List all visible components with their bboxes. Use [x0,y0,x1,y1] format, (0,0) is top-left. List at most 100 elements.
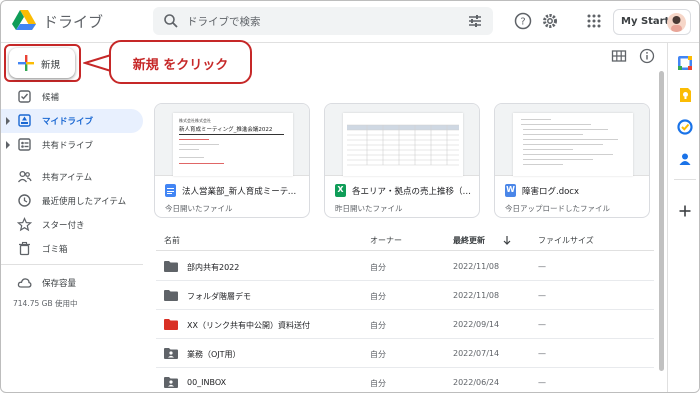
contacts-icon[interactable] [677,151,693,167]
apps-grid-icon[interactable] [585,12,603,30]
sidebar-item-label: スター付き [42,221,85,231]
folder-icon [164,261,178,272]
file-thumbnail: 株式会社株式会社 新人育成ミーティング_推進会議2022 [155,104,309,176]
account-button[interactable]: My Start [613,9,691,35]
file-row[interactable]: 部内共有2022 自分 2022/11/08 — [156,252,654,281]
sidebar-divider [1,264,143,265]
file-reason: 今日開いたファイル [165,204,233,213]
shared-folder-icon [164,377,178,388]
google-sheets-icon: X [335,184,346,197]
file-row[interactable]: フォルダ階層デモ 自分 2022/11/08 — [156,281,654,310]
column-modified[interactable]: 最終更新 [453,235,485,246]
sidebar-item-suggested[interactable]: 候補 [1,85,143,109]
folder-icon [164,319,178,330]
file-owner: 自分 [370,350,386,359]
file-size: — [538,349,546,358]
info-icon[interactable] [639,48,655,64]
new-button[interactable]: 新規 [9,48,75,78]
clock-icon [18,194,31,207]
star-icon [17,217,32,232]
sidebar-item-label: マイドライブ [42,117,94,127]
file-modified: 2022/11/08 [453,291,500,300]
file-title: 法人営業部_新人育成ミーティング_... [182,187,304,197]
file-name: 部内共有2022 [187,263,240,272]
file-row[interactable]: XX（リンク共有中公開）資料送付 自分 2022/09/14 — [156,310,654,339]
check-box-icon [18,90,31,103]
file-name: XX（リンク共有中公開）資料送付 [187,321,310,330]
settings-gear-icon[interactable] [541,12,559,30]
expand-caret-icon[interactable] [6,117,10,125]
file-owner: 自分 [370,321,386,330]
sidebar-item-trash[interactable]: ゴミ箱 [1,237,143,261]
cloud-icon [17,278,32,288]
file-size: — [538,291,546,300]
file-row[interactable]: 業務（OJT用） 自分 2022/07/14 — [156,339,654,368]
file-name: フォルダ階層デモ [187,292,251,301]
search-bar[interactable]: ドライブで検索 [153,7,493,35]
sidebar-item-storage[interactable]: 保存容量 [1,271,143,295]
file-size: — [538,262,546,271]
add-addon-icon[interactable] [677,203,693,219]
file-title: 各エリア・拠点の売上推移（上半... [352,187,474,197]
column-name[interactable]: 名前 [164,235,180,246]
trash-icon [19,241,30,256]
sidebar-item-shared-with-me[interactable]: 共有アイテム [1,165,143,189]
app-name: ドライブ [43,13,104,31]
search-placeholder[interactable]: ドライブで検索 [187,14,261,29]
sidebar-item-recent[interactable]: 最近使用したアイテム [1,189,143,213]
sidebar-item-shared-drives[interactable]: 共有ドライブ [1,133,143,157]
document-preview [513,113,633,176]
sidebar-item-starred[interactable]: スター付き [1,213,143,237]
avatar[interactable] [667,13,686,32]
main-scrollbar[interactable] [658,51,665,391]
grid-view-icon[interactable] [611,48,627,64]
google-drive-logo-icon[interactable] [11,9,37,31]
document-preview: 株式会社株式会社 新人育成ミーティング_推進会議2022 [173,113,293,176]
app-header: ドライブ ドライブで検索 ? My Start [1,1,699,43]
account-label: My Start [621,16,670,27]
suggested-file-card[interactable]: X 各エリア・拠点の売上推移（上半... 昨日開いたファイル [324,103,480,218]
side-panel [667,43,699,392]
instruction-callout: 新規 をクリック [109,40,252,84]
file-title: 障害ログ.docx [522,187,580,197]
sidebar-item-my-drive[interactable]: マイドライブ [1,109,143,133]
people-icon [17,170,32,183]
search-icon[interactable] [163,13,179,29]
sidebar-item-label: 最近使用したアイテム [42,197,127,207]
file-size: — [538,320,546,329]
file-row[interactable]: 00_INBOX 自分 2022/06/24 — [156,368,654,392]
file-thumbnail [495,104,649,176]
shared-drive-icon [18,138,31,151]
file-list-header: 名前 オーナー 最終更新 ファイルサイズ [156,229,654,251]
column-size[interactable]: ファイルサイズ [538,235,594,246]
file-modified: 2022/09/14 [453,320,500,329]
new-button-label: 新規 [41,60,61,71]
sidebar-item-label: 共有ドライブ [42,141,94,151]
spreadsheet-grid [347,124,459,166]
preview-text: 株式会社株式会社 [179,118,211,123]
word-badge: W [506,185,515,194]
suggested-file-card[interactable]: W 障害ログ.docx 今日アップロードしたファイル [494,103,650,218]
scrollbar-thumb[interactable] [659,71,664,371]
sort-arrow-down-icon[interactable] [502,235,512,245]
file-reason: 今日アップロードしたファイル [505,204,610,213]
calendar-icon[interactable] [677,55,693,71]
file-modified: 2022/11/08 [453,262,500,271]
file-reason: 昨日開いたファイル [335,204,403,213]
file-modified: 2022/06/24 [453,378,500,387]
sidebar-item-label: ゴミ箱 [42,245,68,255]
help-icon[interactable]: ? [514,12,532,30]
side-panel-divider [674,179,696,180]
search-options-icon[interactable] [467,13,483,29]
shared-folder-icon [164,348,178,359]
column-owner[interactable]: オーナー [370,235,402,246]
keep-icon[interactable] [677,87,693,103]
my-drive-icon [18,114,31,127]
sidebar-item-label: 共有アイテム [42,173,93,183]
suggested-file-card[interactable]: 株式会社株式会社 新人育成ミーティング_推進会議2022 法人営業部_新人育成ミ… [154,103,310,218]
folder-icon [164,290,178,301]
tasks-icon[interactable] [677,119,693,135]
spreadsheet-preview [343,113,463,176]
file-owner: 自分 [370,379,386,388]
expand-caret-icon[interactable] [6,141,10,149]
